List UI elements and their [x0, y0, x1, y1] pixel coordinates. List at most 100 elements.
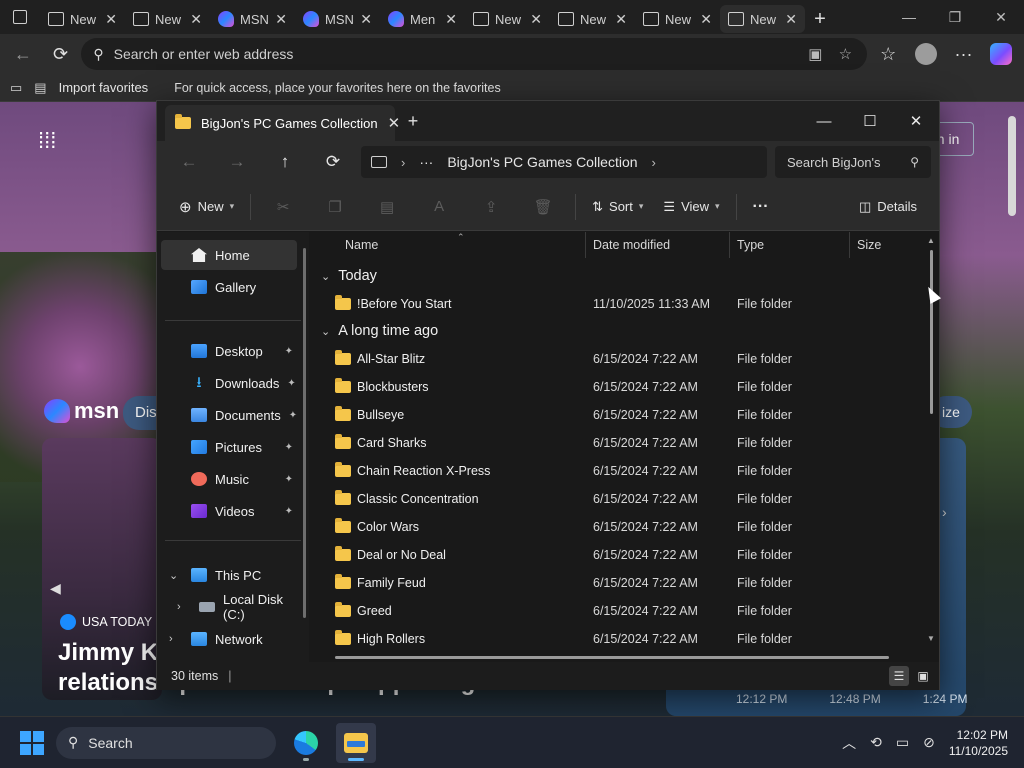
start-button[interactable]	[12, 723, 52, 763]
table-row[interactable]: Blockbusters 6/15/2024 7:22 AM File folder	[315, 373, 925, 401]
new-button[interactable]: ⊕ New ▾	[171, 190, 242, 224]
view-button[interactable]: ☰ View ▾	[655, 190, 727, 224]
table-row[interactable]: Chain Reaction X-Press 6/15/2024 7:22 AM F…	[315, 457, 925, 485]
carousel-prev-icon[interactable]: ◀	[50, 580, 61, 597]
column-header-type[interactable]: Type	[737, 238, 764, 252]
browser-tab[interactable]: New ✕	[465, 5, 550, 33]
browser-tab[interactable]: MSN ✕	[295, 5, 380, 33]
close-tab-icon[interactable]: ✕	[360, 11, 372, 28]
column-header-date[interactable]: Date modified	[593, 238, 670, 252]
sidebar-item-local-disk[interactable]: › Local Disk (C:)	[161, 592, 297, 622]
explorer-close-button[interactable]: ✕	[893, 101, 939, 141]
cut-button[interactable]: ✂	[259, 190, 307, 224]
carousel-next-icon[interactable]: ›	[942, 504, 947, 520]
details-pane-button[interactable]: ◫ Details	[851, 190, 925, 224]
nav-back-button[interactable]: ←	[165, 145, 213, 179]
delete-button[interactable]: 🗑	[519, 190, 567, 224]
nav-forward-button[interactable]: →	[213, 145, 261, 179]
table-row[interactable]: Greed 6/15/2024 7:22 AM File folder	[315, 597, 925, 625]
pin-icon[interactable]: ✦	[289, 410, 297, 421]
details-view-icon[interactable]: ☰	[889, 666, 909, 686]
pin-icon[interactable]: ✦	[285, 474, 293, 485]
sidebar-scrollbar[interactable]	[303, 248, 306, 618]
network-disconnected-icon[interactable]: ⊘	[923, 734, 935, 751]
sidebar-item-desktop[interactable]: Desktop ✦	[161, 336, 297, 366]
nav-refresh-button[interactable]: ⟳	[309, 145, 357, 179]
sidebar-item-this-pc[interactable]: ⌄ This PC	[161, 560, 297, 590]
nav-up-button[interactable]: ↑	[261, 145, 309, 179]
favorites-icon[interactable]: ☆	[871, 38, 905, 70]
vertical-scrollbar[interactable]	[930, 250, 933, 414]
breadcrumb[interactable]: › ··· BigJon's PC Games Collection ›	[361, 146, 767, 178]
sidebar-item-network[interactable]: › Network	[161, 624, 297, 654]
back-button[interactable]: ←	[6, 38, 40, 70]
close-tab-icon[interactable]: ✕	[700, 11, 712, 28]
favorite-star-icon[interactable]: ☆	[835, 44, 855, 64]
taskbar-search[interactable]: ⚲ Search	[56, 726, 276, 759]
taskbar-file-explorer[interactable]	[336, 722, 376, 763]
sync-icon[interactable]: ⟲	[870, 734, 882, 751]
sidebar-item-downloads[interactable]: ⭳ Downloads ✦	[161, 368, 297, 398]
pin-icon[interactable]: ✦	[285, 506, 293, 517]
tiles-view-icon[interactable]: ▣	[913, 666, 933, 686]
read-aloud-icon[interactable]: ▣	[805, 44, 825, 64]
address-bar[interactable]: ⚲ Search or enter web address ▣ ☆	[81, 38, 868, 70]
rename-button[interactable]: A	[415, 190, 463, 224]
chevron-up-icon[interactable]: ︿	[842, 733, 856, 753]
breadcrumb-chevron-icon[interactable]: ›	[652, 155, 656, 170]
browser-tab[interactable]: New ✕	[125, 5, 210, 33]
close-tab-icon[interactable]: ✕	[530, 11, 542, 28]
column-divider[interactable]	[729, 232, 730, 258]
table-row[interactable]: Color Wars 6/15/2024 7:22 AM File folder	[315, 513, 925, 541]
close-tab-icon[interactable]: ✕	[190, 11, 202, 28]
explorer-tab[interactable]: BigJon's PC Games Collection ✕	[165, 105, 400, 141]
refresh-button[interactable]: ⟳	[44, 38, 78, 70]
close-tab-icon[interactable]: ✕	[445, 11, 457, 28]
column-header-size[interactable]: Size	[857, 238, 881, 252]
paste-button[interactable]: ▤	[363, 190, 411, 224]
close-tab-icon[interactable]: ✕	[785, 11, 797, 28]
close-tab-icon[interactable]: ✕	[105, 11, 117, 28]
explorer-new-tab-button[interactable]: +	[395, 111, 431, 132]
horizontal-scrollbar[interactable]	[335, 656, 889, 659]
table-row[interactable]: High Rollers 6/15/2024 7:22 AM File folder	[315, 625, 925, 653]
breadcrumb-more[interactable]: ···	[419, 154, 433, 170]
table-row[interactable]: Family Feud 6/15/2024 7:22 AM File folder	[315, 569, 925, 597]
address-input[interactable]: Search or enter web address	[114, 46, 796, 62]
pin-icon[interactable]: ✦	[285, 442, 293, 453]
table-row[interactable]: Classic Concentration 6/15/2024 7:22 AM Fi…	[315, 485, 925, 513]
settings-more-button[interactable]: ···	[947, 38, 981, 70]
table-row[interactable]: Card Sharks 6/15/2024 7:22 AM File folder	[315, 429, 925, 457]
sidebar-item-videos[interactable]: Videos ✦	[161, 496, 297, 526]
chevron-right-icon[interactable]: ›	[169, 633, 173, 645]
more-options-button[interactable]: ···	[745, 190, 777, 224]
scroll-down-icon[interactable]: ▼	[927, 634, 935, 643]
taskbar-edge[interactable]	[286, 723, 326, 763]
browser-tab[interactable]: New ✕	[720, 5, 805, 33]
page-scrollbar[interactable]	[1008, 116, 1016, 216]
scroll-up-icon[interactable]: ▲	[927, 236, 935, 245]
pin-icon[interactable]: ✦	[287, 378, 295, 389]
msn-logo[interactable]: msn	[44, 398, 119, 424]
table-row[interactable]: Bullseye 6/15/2024 7:22 AM File folder	[315, 401, 925, 429]
explorer-minimize-button[interactable]: —	[801, 101, 847, 141]
column-divider[interactable]	[849, 232, 850, 258]
sidebar-item-gallery[interactable]: Gallery	[161, 272, 297, 302]
table-row[interactable]: All-Star Blitz 6/15/2024 7:22 AM File fold…	[315, 345, 925, 373]
clock[interactable]: 12:02 PM 11/10/2025	[949, 727, 1008, 759]
tab-actions-button[interactable]	[0, 0, 40, 34]
sidebar-item-home[interactable]: Home	[161, 240, 297, 270]
browser-tab[interactable]: New ✕	[635, 5, 720, 33]
apps-grid-icon[interactable]: ⁞⁞⁞	[38, 128, 56, 154]
pin-icon[interactable]: ✦	[285, 346, 293, 357]
chevron-right-icon[interactable]: ›	[177, 601, 181, 613]
chevron-down-icon[interactable]: ⌄	[169, 569, 178, 582]
browser-tab[interactable]: New ✕	[550, 5, 635, 33]
explorer-search-input[interactable]: Search BigJon's	[787, 155, 881, 170]
import-favorites-link[interactable]: Import favorites	[59, 80, 149, 95]
sidebar-toggle-icon[interactable]: ▭	[10, 80, 22, 96]
taskbar-search-input[interactable]: Search	[88, 735, 132, 751]
copy-button[interactable]: ❐	[311, 190, 359, 224]
sidebar-item-pictures[interactable]: Pictures ✦	[161, 432, 297, 462]
table-row[interactable]: Deal or No Deal 6/15/2024 7:22 AM File fol…	[315, 541, 925, 569]
